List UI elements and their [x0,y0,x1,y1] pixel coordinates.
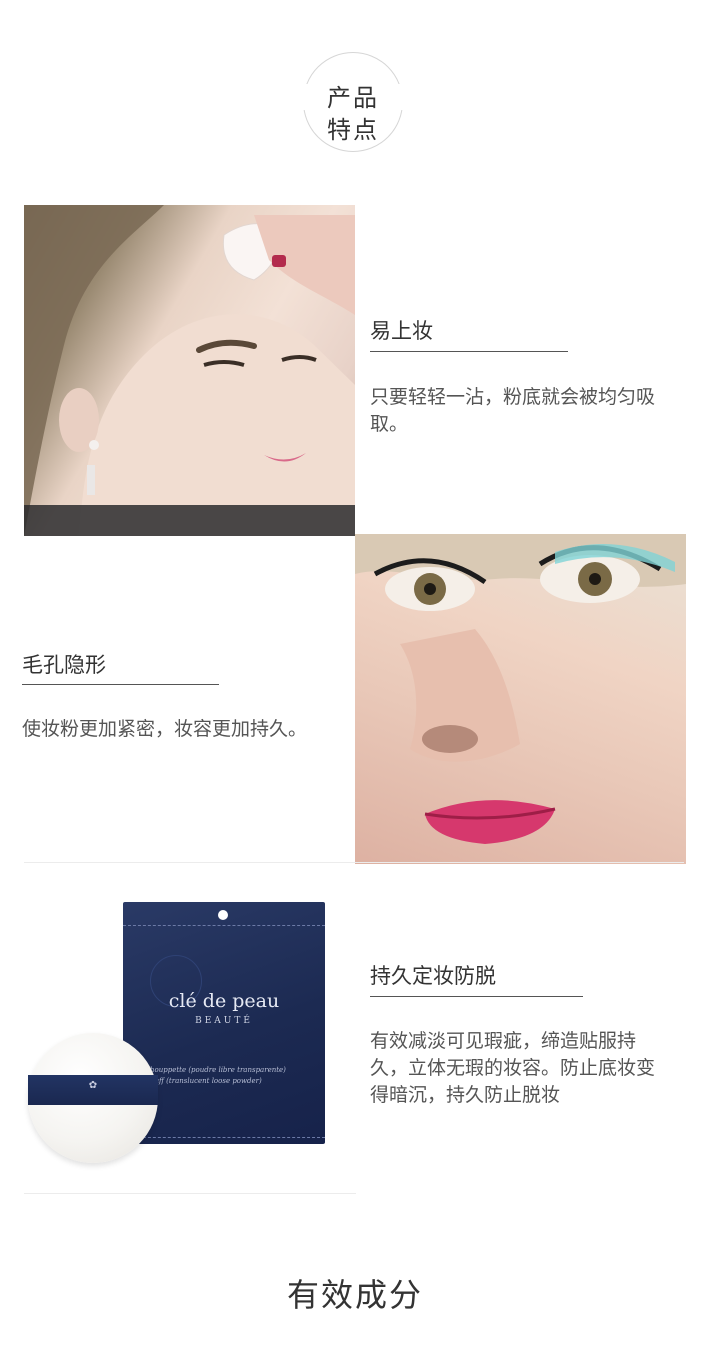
badge-text: 产品 特点 [303,78,403,144]
puff-emblem-icon: ✿ [88,1080,98,1091]
feature-title: 易上妆 [370,319,433,343]
model-photo-1-art [24,205,355,536]
brand-logo-text: clé de peau [168,990,280,1012]
section-divider [24,1193,356,1194]
title-underline [22,684,219,685]
feature-description: 有效减淡可见瑕疵，缔造贴服持久，立体无瑕的妆容。防止底妆变得暗沉，持久防止脱妆 [370,1030,656,1106]
feature-title: 持久定妆防脱 [370,964,496,988]
title-underline [370,351,568,352]
badge-line-1: 产品 [327,84,379,112]
pouch-seam [123,1137,325,1138]
pouch-label-line: houppette (poudre libre transparente) [150,1066,286,1074]
section-divider [24,862,684,863]
model-photo-closeup [355,534,686,864]
feature-title: 毛孔隐形 [22,653,106,677]
badge-line-2: 特点 [327,116,379,144]
pouch-label-line: puff (translucent loose powder) [150,1077,262,1085]
brand-logo-subtext: BEAUTÉ [195,1016,253,1026]
section-heading: 有效成分 [286,1276,423,1314]
pouch-hang-hole [218,910,228,920]
pouch-seam [123,925,325,926]
feature-description: 只要轻轻一沾，粉底就会被均匀吸取。 [370,386,656,435]
feature-description: 使妆粉更加紧密，妆容更加持久。 [22,718,308,740]
model-photo-powder-puff [24,205,355,536]
model-photo-2-art [355,534,686,844]
title-underline [370,996,583,997]
